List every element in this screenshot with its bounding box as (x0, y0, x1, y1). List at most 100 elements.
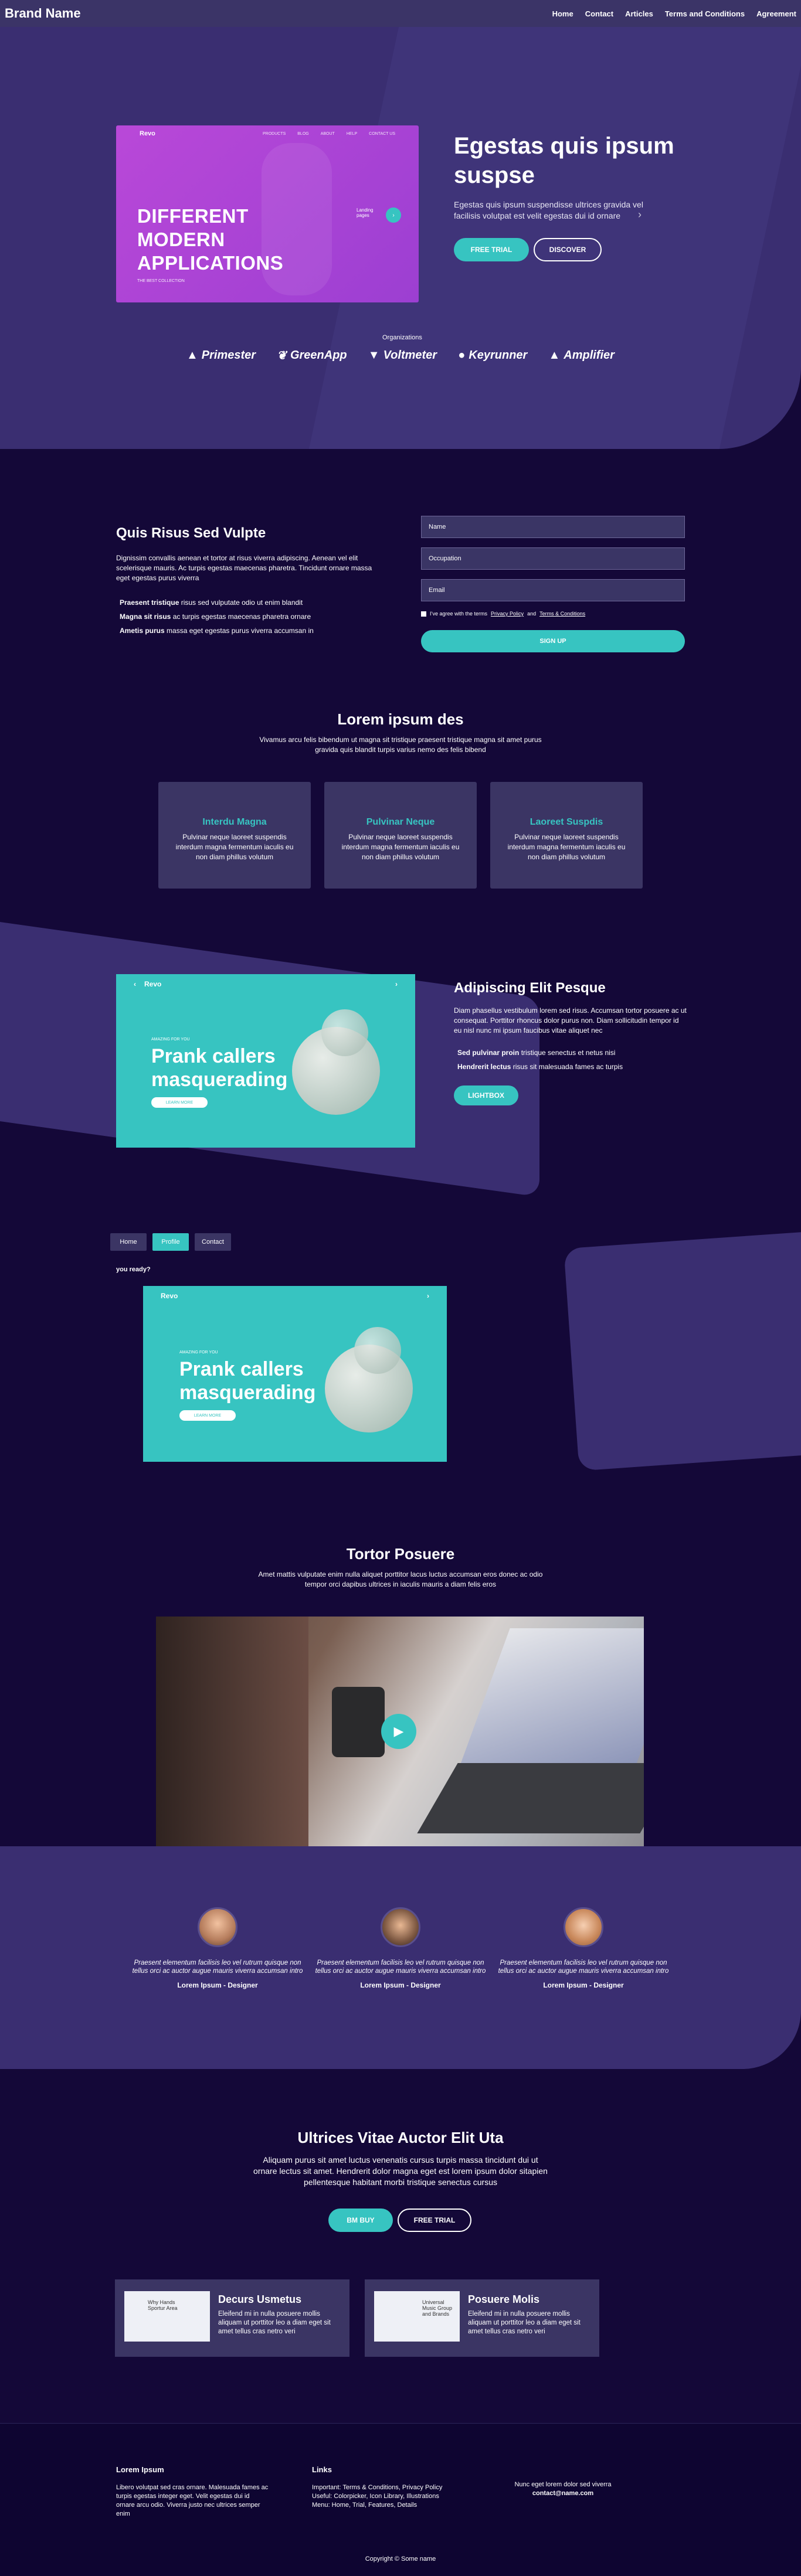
feature-card: Interdu Magna Pulvinar neque laoreet susp… (158, 782, 311, 889)
logo-greenapp: ❦ GreenApp (277, 349, 347, 362)
video-subtitle: Amet mattis vulputate enim nulla aliquet… (258, 1570, 543, 1588)
nav-links: Home Contact Articles Terms and Conditio… (552, 9, 796, 18)
mockup-nav-item: CONTACT US (369, 131, 395, 136)
name-field[interactable]: Name (421, 516, 685, 538)
list-item: Hendrerit lectus risus sit malesuada fam… (457, 1063, 623, 1071)
arrow-right-icon: › (427, 1292, 429, 1300)
tab-app-mockup[interactable]: Revo › AMAZING FOR YOU Prank callers masq… (143, 1286, 447, 1462)
privacy-link[interactable]: Privacy Policy (491, 611, 524, 617)
tab-contact[interactable]: Contact (195, 1233, 231, 1251)
key-icon: ● (458, 349, 466, 362)
mockup-learn-more: LEARN MORE (151, 1097, 208, 1108)
lightbox-button[interactable]: LIGHTBOX (454, 1085, 518, 1105)
signup-text: Dignissim convallis aenean et tortor at … (116, 554, 372, 582)
mockup-next-icon: › (386, 207, 401, 223)
tab-profile[interactable]: Profile (152, 1233, 189, 1251)
tab-caption: you ready? (116, 1266, 151, 1273)
tabs: Home Profile Contact (110, 1233, 231, 1251)
hero-subtitle: Egestas quis ipsum suspendisse ultrices … (454, 200, 643, 220)
leaf-icon: ❦ (277, 349, 287, 362)
mockup-nav-item: HELP (346, 131, 358, 136)
discover-button[interactable]: DISCOVER (534, 238, 602, 261)
footer-link[interactable]: Menu: Home, Trial, Features, Details (312, 2501, 470, 2510)
testimonial: Praesent elementum facilisis leo vel rut… (493, 1907, 674, 1989)
list-item: Praesent tristique risus sed vulputate o… (120, 598, 303, 607)
resource-card[interactable]: Why Hands Sportur Area Decurs Usmetus Ele… (115, 2279, 349, 2357)
free-trial-button-2[interactable]: FREE TRIAL (398, 2209, 471, 2232)
signup-title: Quis Risus Sed Vulpte (116, 525, 266, 541)
buy-button[interactable]: BM BUY (328, 2209, 393, 2232)
nav-link-terms[interactable]: Terms and Conditions (665, 9, 745, 18)
footer-link[interactable]: Important: Terms & Conditions, Privacy P… (312, 2483, 470, 2492)
footer-contact: Nunc eget lorem dolor sed viverra contac… (504, 2480, 622, 2498)
mockup-kicker: AMAZING FOR YOU (179, 1350, 218, 1355)
logo-amplifier: ▲ Amplifier (548, 349, 615, 362)
resource-card[interactable]: Universal Music Group and Brands Posuere… (365, 2279, 599, 2357)
signup-button[interactable]: SIGN UP (421, 630, 685, 652)
list-item: Ametis purus massa eget egestas purus vi… (120, 627, 314, 635)
tab-home[interactable]: Home (110, 1233, 147, 1251)
occupation-field[interactable]: Occupation (421, 547, 685, 570)
terms-checkbox-row: I’ve agree with the terms Privacy Policy … (421, 611, 585, 617)
free-trial-button[interactable]: FREE TRIAL (454, 238, 529, 261)
resource-thumbnail: Universal Music Group and Brands (374, 2291, 460, 2342)
avatar (198, 1907, 237, 1947)
signup-list: Praesent tristique risus sed vulputate o… (120, 595, 314, 638)
avatar (564, 1907, 603, 1947)
footer-link[interactable]: Useful: Colorpicker, Icon Library, Illus… (312, 2492, 470, 2501)
partner-logos: ▲ Primester ❦ GreenApp ▼ Voltmeter ● Keyrunn… (186, 348, 615, 363)
play-icon[interactable]: ▶ (381, 1714, 416, 1749)
brand-name[interactable]: Brand Name (5, 6, 81, 21)
email-field[interactable]: Email (421, 579, 685, 601)
hero-app-mockup: Revo PRODUCTS BLOG ABOUT HELP CONTACT US… (116, 125, 419, 302)
logo-primester: ▲ Primester (186, 349, 256, 362)
mockup-nav-item: ABOUT (320, 131, 335, 136)
video-title: Tortor Posuere (346, 1545, 455, 1563)
terms-checkbox[interactable] (421, 611, 426, 617)
v-icon: ▼ (368, 349, 380, 362)
arrow-left-icon: ‹ (134, 980, 136, 988)
mountain-icon: ▲ (548, 349, 561, 362)
nav-link-agreement[interactable]: Agreement (756, 9, 796, 18)
cta-title: Ultrices Vitae Auctor Elit Uta (297, 2129, 504, 2146)
features-title: Lorem ipsum des (337, 710, 464, 728)
mockup-headline: Prank callers masquerading (151, 1045, 288, 1091)
mockup-nav-item: PRODUCTS (262, 131, 286, 136)
mockup-learn-more: LEARN MORE (179, 1410, 236, 1421)
top-navbar: Brand Name Home Contact Articles Terms a… (0, 0, 801, 27)
mockup-side-label: Landing pages (357, 207, 374, 218)
testimonial: Praesent elementum facilisis leo vel rut… (310, 1907, 491, 1989)
chevron-right-icon[interactable]: › (638, 209, 642, 221)
avatar (381, 1907, 420, 1947)
list-item: Magna sit risus ac turpis egestas maecen… (120, 612, 311, 621)
mockup-tagline: THE BEST COLLECTION (137, 279, 185, 283)
nav-link-contact[interactable]: Contact (585, 9, 613, 18)
copyright: Copyright © Some name (365, 2555, 436, 2563)
logo-voltmeter: ▼ Voltmeter (368, 349, 437, 362)
testimonial: Praesent elementum facilisis leo vel rut… (127, 1907, 308, 1989)
arrow-right-icon: › (395, 980, 398, 988)
mockup-kicker: AMAZING FOR YOU (151, 1037, 190, 1042)
nav-link-articles[interactable]: Articles (625, 9, 653, 18)
nav-link-home[interactable]: Home (552, 9, 573, 18)
feature-card: Laoreet Suspdis Pulvinar neque laoreet su… (490, 782, 643, 889)
mockup-headline: DIFFERENT MODERN APPLICATIONS (137, 205, 284, 274)
tabs-background-band (564, 1230, 801, 1471)
footer-email[interactable]: contact@name.com (504, 2489, 622, 2498)
cta-subtitle: Aliquam purus sit amet luctus venenatis … (253, 2155, 548, 2187)
details-text: Diam phasellus vestibulum lorem sed risu… (454, 1006, 687, 1035)
mockup-brand: Revo (140, 130, 155, 137)
hero-title: Egestas quis ipsum suspse (454, 133, 674, 188)
details-title: Adipiscing Elit Pesque (454, 980, 606, 996)
triangle-icon: ▲ (186, 349, 198, 362)
logos-label: Organizations (382, 334, 422, 341)
footer-about: Lorem Ipsum Libero volutpat sed cras orna… (116, 2465, 269, 2517)
feature-card: Pulvinar Neque Pulvinar neque laoreet sus… (324, 782, 477, 889)
mockup-nav-item: BLOG (297, 131, 309, 136)
details-app-mockup[interactable]: ‹ Revo › AMAZING FOR YOU Prank callers mas… (116, 974, 415, 1148)
terms-link[interactable]: Terms & Conditions (539, 611, 585, 617)
footer-links: Links Important: Terms & Conditions, Pri… (312, 2465, 470, 2510)
resource-thumbnail: Why Hands Sportur Area (124, 2291, 210, 2342)
logo-keyrunner: ● Keyrunner (458, 349, 528, 362)
list-item: Sed pulvinar proin tristique senectus et… (457, 1049, 616, 1057)
